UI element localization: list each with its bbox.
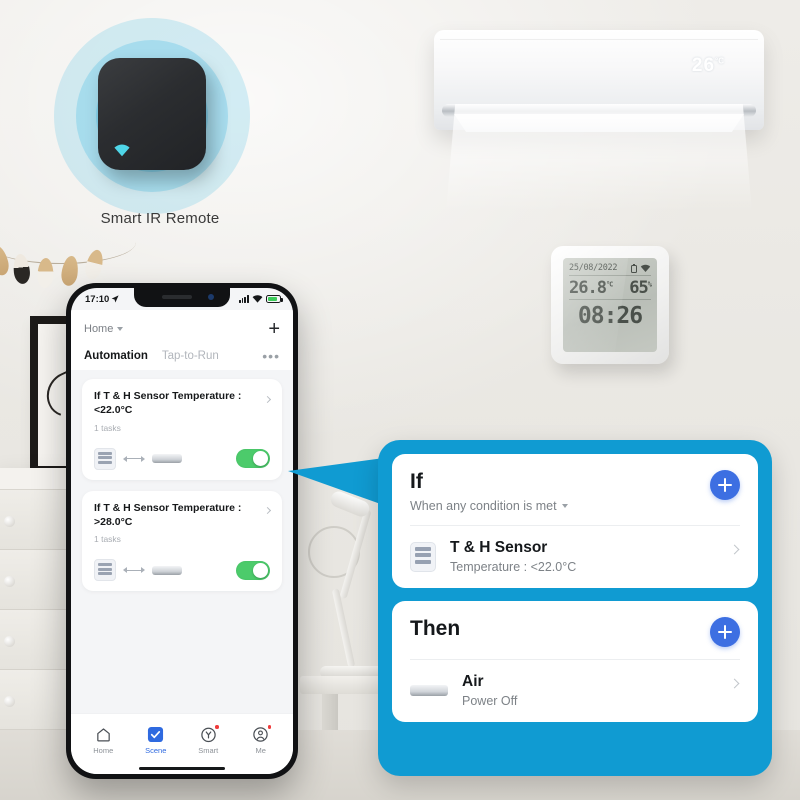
then-title: Then (410, 617, 461, 641)
chevron-down-icon (561, 504, 568, 509)
if-device-condition: Temperature : <22.0°C (450, 560, 577, 575)
if-subtitle: When any condition is met (410, 499, 557, 514)
automation-list: If T & H Sensor Temperature : <22.0°C 1 … (71, 370, 293, 713)
front-camera (208, 294, 214, 300)
if-condition-selector[interactable]: When any condition is met (410, 499, 710, 513)
bottom-navigation: Home Scene Smart Me (71, 713, 293, 763)
air-conditioner-icon (152, 565, 182, 575)
add-automation-button[interactable]: + (268, 319, 280, 339)
chevron-down-icon (117, 327, 124, 331)
automation-card[interactable]: If T & H Sensor Temperature : >28.0°C 1 … (82, 490, 282, 592)
nav-label: Me (255, 746, 266, 755)
automation-toggle[interactable] (236, 449, 270, 469)
wifi-icon (114, 144, 130, 157)
then-device-row[interactable]: Air Power Off (410, 660, 740, 708)
nav-item-smart[interactable]: Smart (182, 724, 235, 755)
automation-card[interactable]: If T & H Sensor Temperature : <22.0°C 1 … (82, 379, 282, 480)
nav-label: Home (93, 746, 114, 755)
then-device-action: Power Off (462, 694, 518, 709)
sensor-lcd-middle-row: 26.8°C 65% (569, 276, 652, 300)
th-sensor-icon (94, 559, 116, 582)
tab-automation[interactable]: Automation (84, 350, 148, 362)
sensor-humidity: 65% (629, 278, 652, 298)
double-arrow-icon (123, 455, 145, 463)
automation-title: If T & H Sensor Temperature : <22.0°C (94, 390, 242, 416)
battery-icon (631, 263, 637, 273)
sensor-date: 25/08/2022 (569, 263, 618, 273)
home-label: Home (84, 323, 114, 335)
phone-notch (134, 288, 230, 307)
th-sensor-icon (410, 541, 436, 572)
app-header: Home + Automation Tap-to-Run ••• (71, 310, 293, 370)
automation-devices-row (94, 559, 270, 582)
automation-task-count: 1 tasks (94, 422, 121, 433)
chevron-right-icon[interactable] (729, 678, 740, 689)
garland-leaf (36, 257, 54, 289)
ir-remote-device (98, 58, 206, 170)
add-condition-button[interactable] (710, 470, 740, 500)
chevron-right-icon[interactable] (729, 544, 740, 555)
then-device-name: Air (462, 673, 484, 691)
if-card: If When any condition is met T & H Senso… (392, 454, 758, 589)
battery-charging-icon (266, 295, 283, 303)
air-conditioner-icon (152, 454, 182, 464)
automation-title: If T & H Sensor Temperature : >28.0°C (94, 501, 242, 528)
automation-devices-row (94, 447, 270, 470)
earpiece-speaker (162, 295, 192, 299)
phone-screen: 17:10 Home + Automation Tap-to-Run ••• I… (71, 288, 293, 774)
nav-item-scene[interactable]: Scene (130, 726, 183, 755)
home-selector[interactable]: Home (84, 323, 124, 335)
if-device-name: T & H Sensor (450, 539, 548, 557)
scene-check-icon (147, 726, 164, 743)
location-arrow-icon (111, 295, 119, 303)
automation-detail-panel: If When any condition is met T & H Senso… (378, 440, 772, 776)
sensor-clock: 08:26 (577, 303, 643, 329)
ir-remote-label: Smart IR Remote (100, 210, 220, 227)
home-indicator (71, 763, 293, 774)
smart-ir-remote: Smart IR Remote (50, 14, 270, 229)
tab-tap-to-run[interactable]: Tap-to-Run (162, 350, 219, 362)
nav-label: Smart (198, 746, 219, 755)
status-time: 17:10 (85, 293, 110, 305)
smartphone: 17:10 Home + Automation Tap-to-Run ••• I… (66, 283, 298, 779)
ac-airflow (446, 104, 752, 212)
profile-icon (252, 724, 273, 743)
home-icon (95, 726, 112, 743)
th-sensor-icon (94, 447, 116, 470)
tab-bar: Automation Tap-to-Run ••• (84, 342, 280, 370)
then-card: Then Air Power Off (392, 601, 758, 723)
ac-temperature-display: 26°C (691, 55, 724, 76)
if-title: If (410, 470, 423, 493)
double-arrow-icon (123, 566, 145, 574)
smart-clock-icon (200, 724, 220, 743)
sensor-lcd-screen: 25/08/2022 26.8°C 65% 08:26 (563, 258, 657, 352)
nav-item-me[interactable]: Me (235, 724, 288, 755)
sensor-lcd-top-row: 25/08/2022 (569, 263, 651, 276)
wifi-icon (252, 295, 263, 303)
nav-label: Scene (145, 746, 167, 755)
automation-toggle[interactable] (236, 560, 270, 580)
if-device-row[interactable]: T & H Sensor Temperature : <22.0°C (410, 526, 740, 574)
notification-badge (214, 724, 220, 730)
th-sensor-device: 25/08/2022 26.8°C 65% 08:26 (551, 246, 669, 364)
more-dots-icon[interactable]: ••• (262, 349, 280, 363)
nav-item-home[interactable]: Home (77, 726, 130, 755)
sensor-temperature: 26.8°C (569, 278, 613, 298)
signal-bars-icon (238, 295, 249, 303)
air-conditioner-icon (410, 685, 448, 697)
wifi-icon (640, 264, 651, 272)
automation-task-count: 1 tasks (94, 534, 121, 545)
notification-badge (266, 724, 273, 730)
add-action-button[interactable] (710, 617, 740, 648)
